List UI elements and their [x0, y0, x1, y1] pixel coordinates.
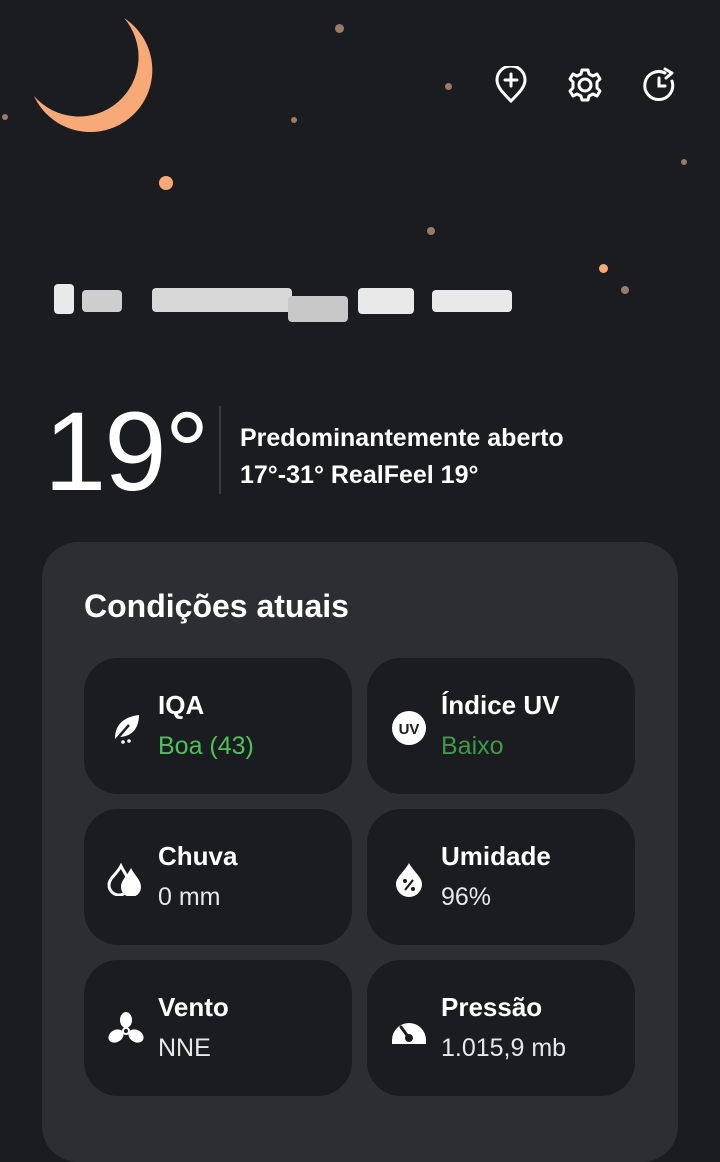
star [427, 227, 435, 235]
tile-label: Chuva [158, 841, 238, 871]
gear-icon [568, 68, 602, 102]
divider [219, 406, 221, 494]
tile-value: 1.015,9 mb [441, 1034, 567, 1062]
tile-wind[interactable]: Vento NNE [84, 960, 352, 1096]
star [681, 159, 687, 165]
tile-label: IQA [158, 690, 205, 720]
header-actions [492, 66, 678, 104]
svg-text:UV: UV [399, 721, 420, 738]
range-realfeel-text: 17°-31° RealFeel 19° [240, 461, 479, 489]
tile-value: NNE [158, 1034, 211, 1062]
star [291, 117, 297, 123]
tile-label: Índice UV [441, 690, 560, 720]
moon-icon [34, 18, 153, 133]
star [621, 286, 629, 294]
current-conditions-card: Condições atuais IQA Boa (43) UV Índice … [42, 542, 678, 1162]
humidity-drop-icon [396, 863, 422, 897]
rain-drops-icon [107, 862, 141, 896]
tile-rain[interactable]: Chuva 0 mm [84, 809, 352, 945]
tile-value: 96% [441, 883, 492, 911]
star [445, 83, 452, 90]
tile-value: Baixo [441, 732, 504, 760]
tile-aqi[interactable]: IQA Boa (43) [84, 658, 352, 794]
star [599, 264, 608, 273]
clock-refresh-icon [643, 67, 675, 101]
star [2, 114, 8, 120]
current-description: Predominantemente aberto 17°-31° RealFee… [240, 420, 564, 494]
star [159, 176, 173, 190]
tile-label: Vento [158, 992, 229, 1022]
tile-label: Pressão [441, 992, 543, 1022]
uv-icon: UV [392, 711, 426, 745]
location-name[interactable] [52, 282, 522, 322]
tile-uv-index[interactable]: UV Índice UV Baixo [367, 658, 635, 794]
leaf-icon [114, 715, 139, 744]
card-title: Condições atuais [84, 588, 349, 624]
gauge-icon [392, 1023, 426, 1044]
map-pin-plus-icon [495, 66, 527, 104]
add-location-button[interactable] [492, 66, 530, 104]
star [335, 24, 344, 33]
tile-label: Umidade [441, 841, 551, 871]
refresh-button[interactable] [640, 66, 678, 104]
condition-text: Predominantemente aberto [240, 424, 564, 452]
current-temperature: 19° [44, 389, 209, 514]
tile-value: Boa (43) [158, 732, 254, 760]
fan-icon [108, 1012, 144, 1043]
tile-humidity[interactable]: Umidade 96% [367, 809, 635, 945]
tile-pressure[interactable]: Pressão 1.015,9 mb [367, 960, 635, 1096]
tile-value: 0 mm [158, 883, 221, 911]
settings-button[interactable] [566, 66, 604, 104]
